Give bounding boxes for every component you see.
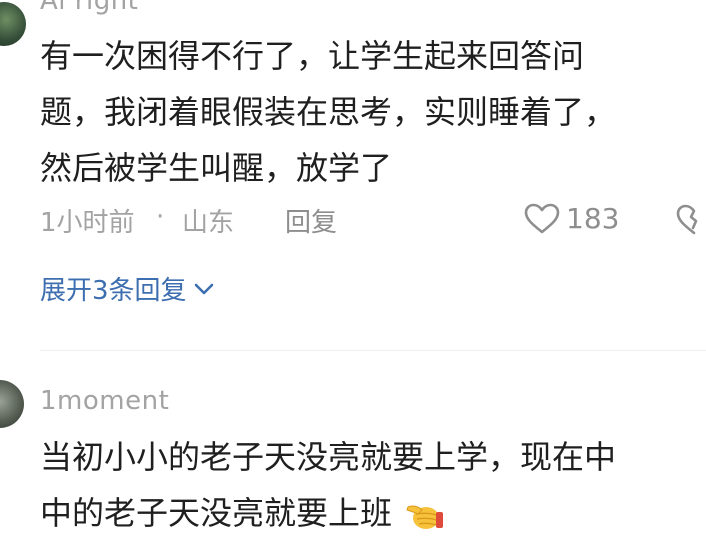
avatar[interactable] (0, 380, 24, 428)
pointing-hand-emoji-icon (406, 505, 444, 529)
comment-text-line: 当初小小的老子天没亮就要上学，现在中 (40, 438, 617, 476)
comment-item: 1moment 当初小小的老子天没亮就要上学，现在中 中的老子天没亮就要上班 (0, 0, 706, 547)
comment-text-line-with-emoji: 中的老子天没亮就要上班 (40, 485, 690, 541)
comment-text-line: 中的老子天没亮就要上班 (40, 494, 393, 532)
comment-text: 当初小小的老子天没亮就要上学，现在中 中的老子天没亮就要上班 (40, 429, 690, 541)
comment-username[interactable]: 1moment (40, 386, 169, 416)
